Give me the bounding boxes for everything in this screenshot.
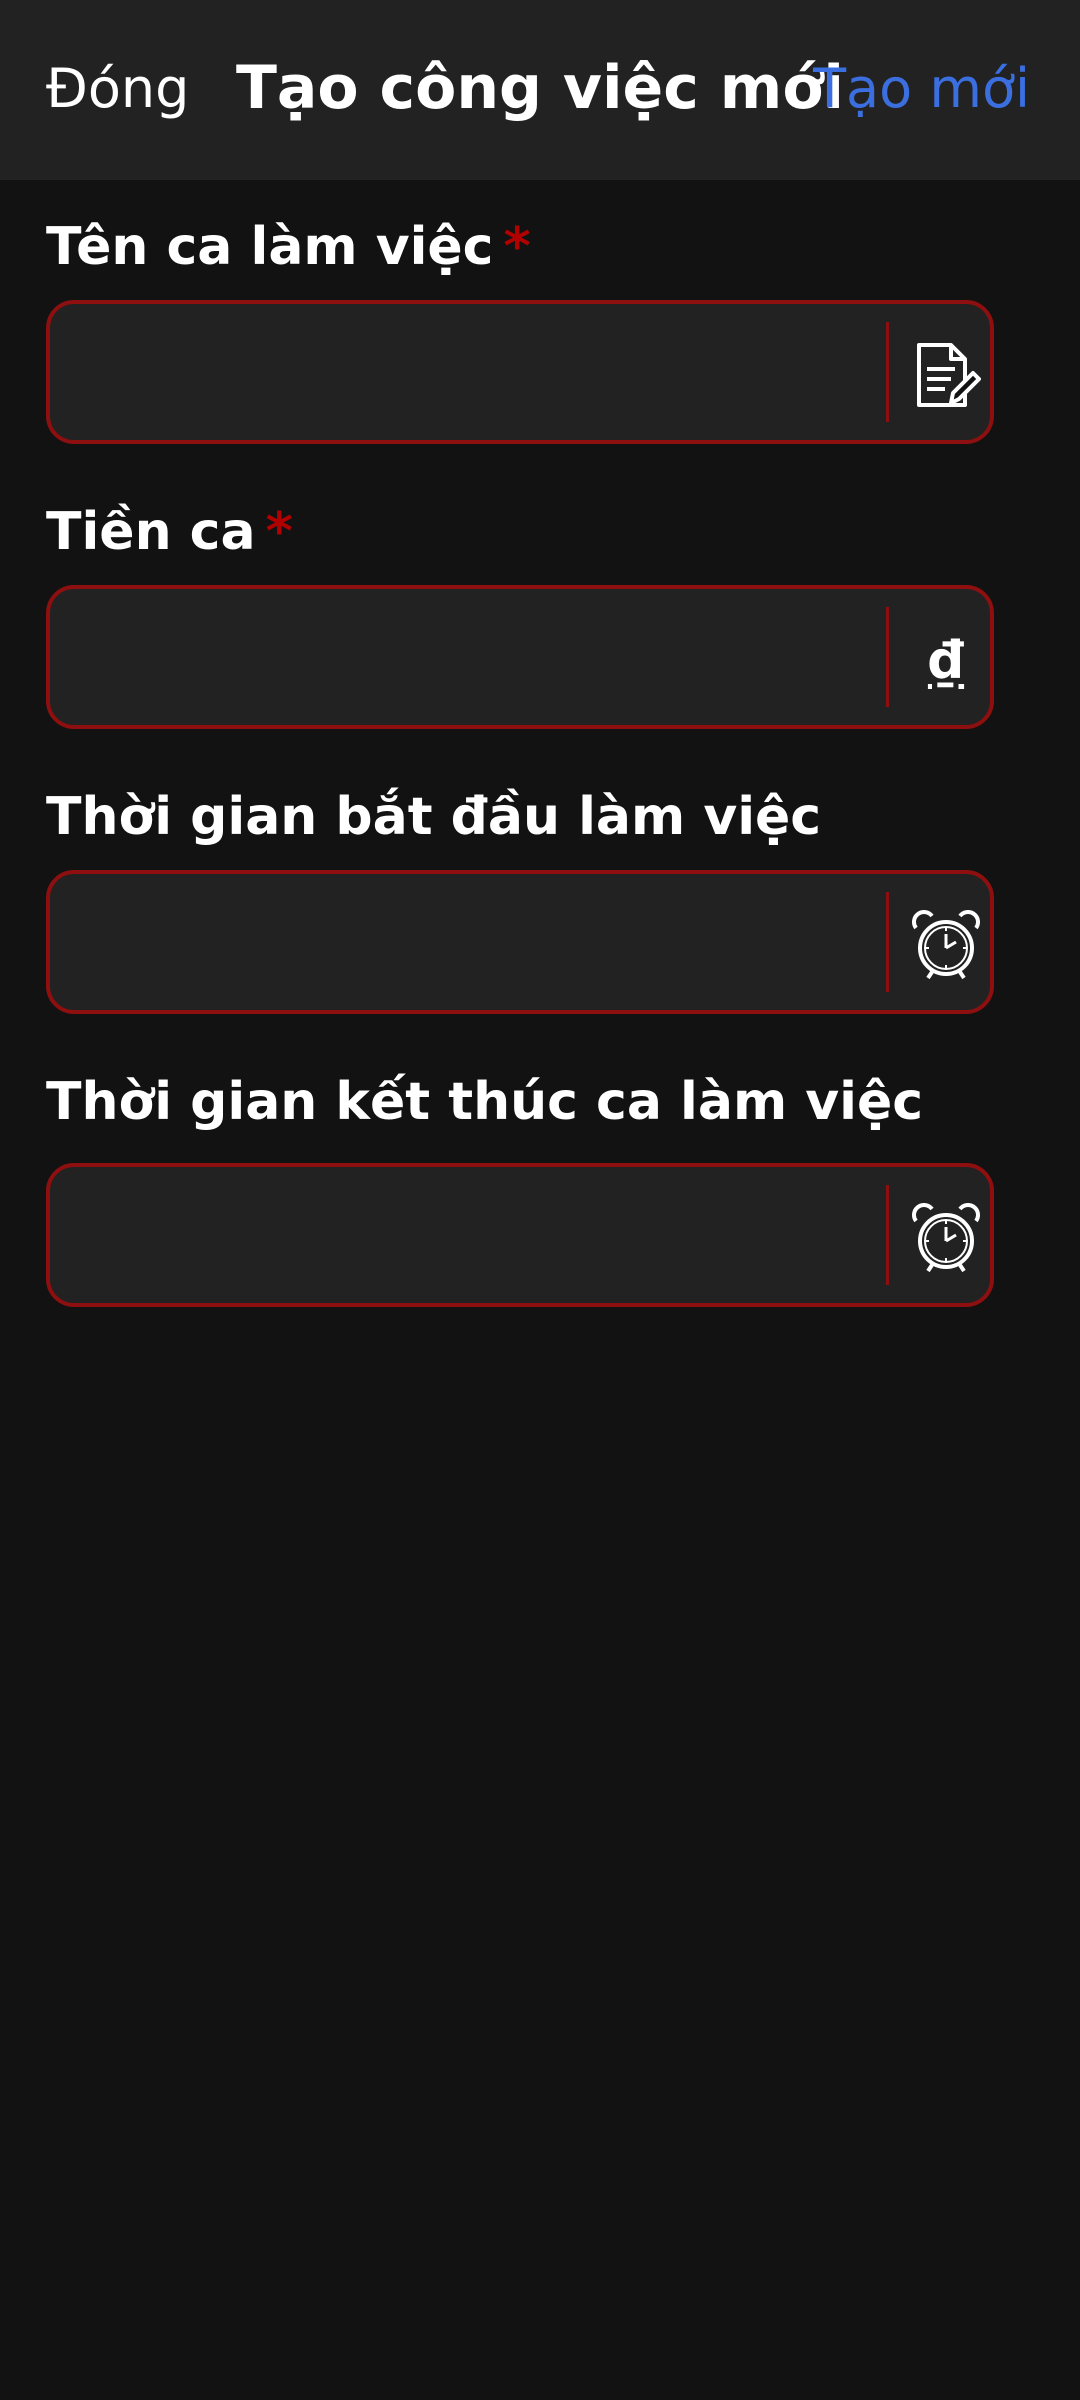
required-marker: * xyxy=(265,502,293,562)
start-time-label: Thời gian bắt đầu làm việc xyxy=(46,782,821,852)
top-app-bar: Đóng Tạo công việc mới Tạo mới xyxy=(0,0,1080,180)
vnd-currency-icon: ₫ xyxy=(927,631,965,691)
alarm-clock-icon[interactable] xyxy=(906,906,986,986)
shift-pay-field[interactable]: ₫ xyxy=(46,585,994,729)
shift-name-input[interactable] xyxy=(74,324,898,422)
field-divider xyxy=(886,1185,889,1285)
field-divider xyxy=(886,892,889,992)
start-time-label-text: Thời gian bắt đầu làm việc xyxy=(46,787,822,847)
shift-pay-label-text: Tiền ca xyxy=(46,502,256,562)
shift-name-field[interactable] xyxy=(46,300,994,444)
end-time-input[interactable] xyxy=(74,1187,898,1285)
shift-pay-label: Tiền ca * xyxy=(46,497,293,567)
start-time-field[interactable] xyxy=(46,870,994,1014)
shift-pay-input[interactable] xyxy=(74,609,898,707)
alarm-clock-icon[interactable] xyxy=(906,1199,986,1279)
start-time-input[interactable] xyxy=(74,894,898,992)
shift-name-label-text: Tên ca làm việc xyxy=(46,217,494,277)
end-time-label: Thời gian kết thúc ca làm việc xyxy=(46,1067,923,1137)
end-time-label-text: Thời gian kết thúc ca làm việc xyxy=(46,1072,924,1132)
shift-name-label: Tên ca làm việc * xyxy=(46,212,531,282)
required-marker: * xyxy=(503,217,531,277)
document-edit-icon[interactable] xyxy=(906,336,986,416)
end-time-field[interactable] xyxy=(46,1163,994,1307)
field-divider xyxy=(886,607,889,707)
field-divider xyxy=(886,322,889,422)
create-button[interactable]: Tạo mới xyxy=(813,54,1030,124)
